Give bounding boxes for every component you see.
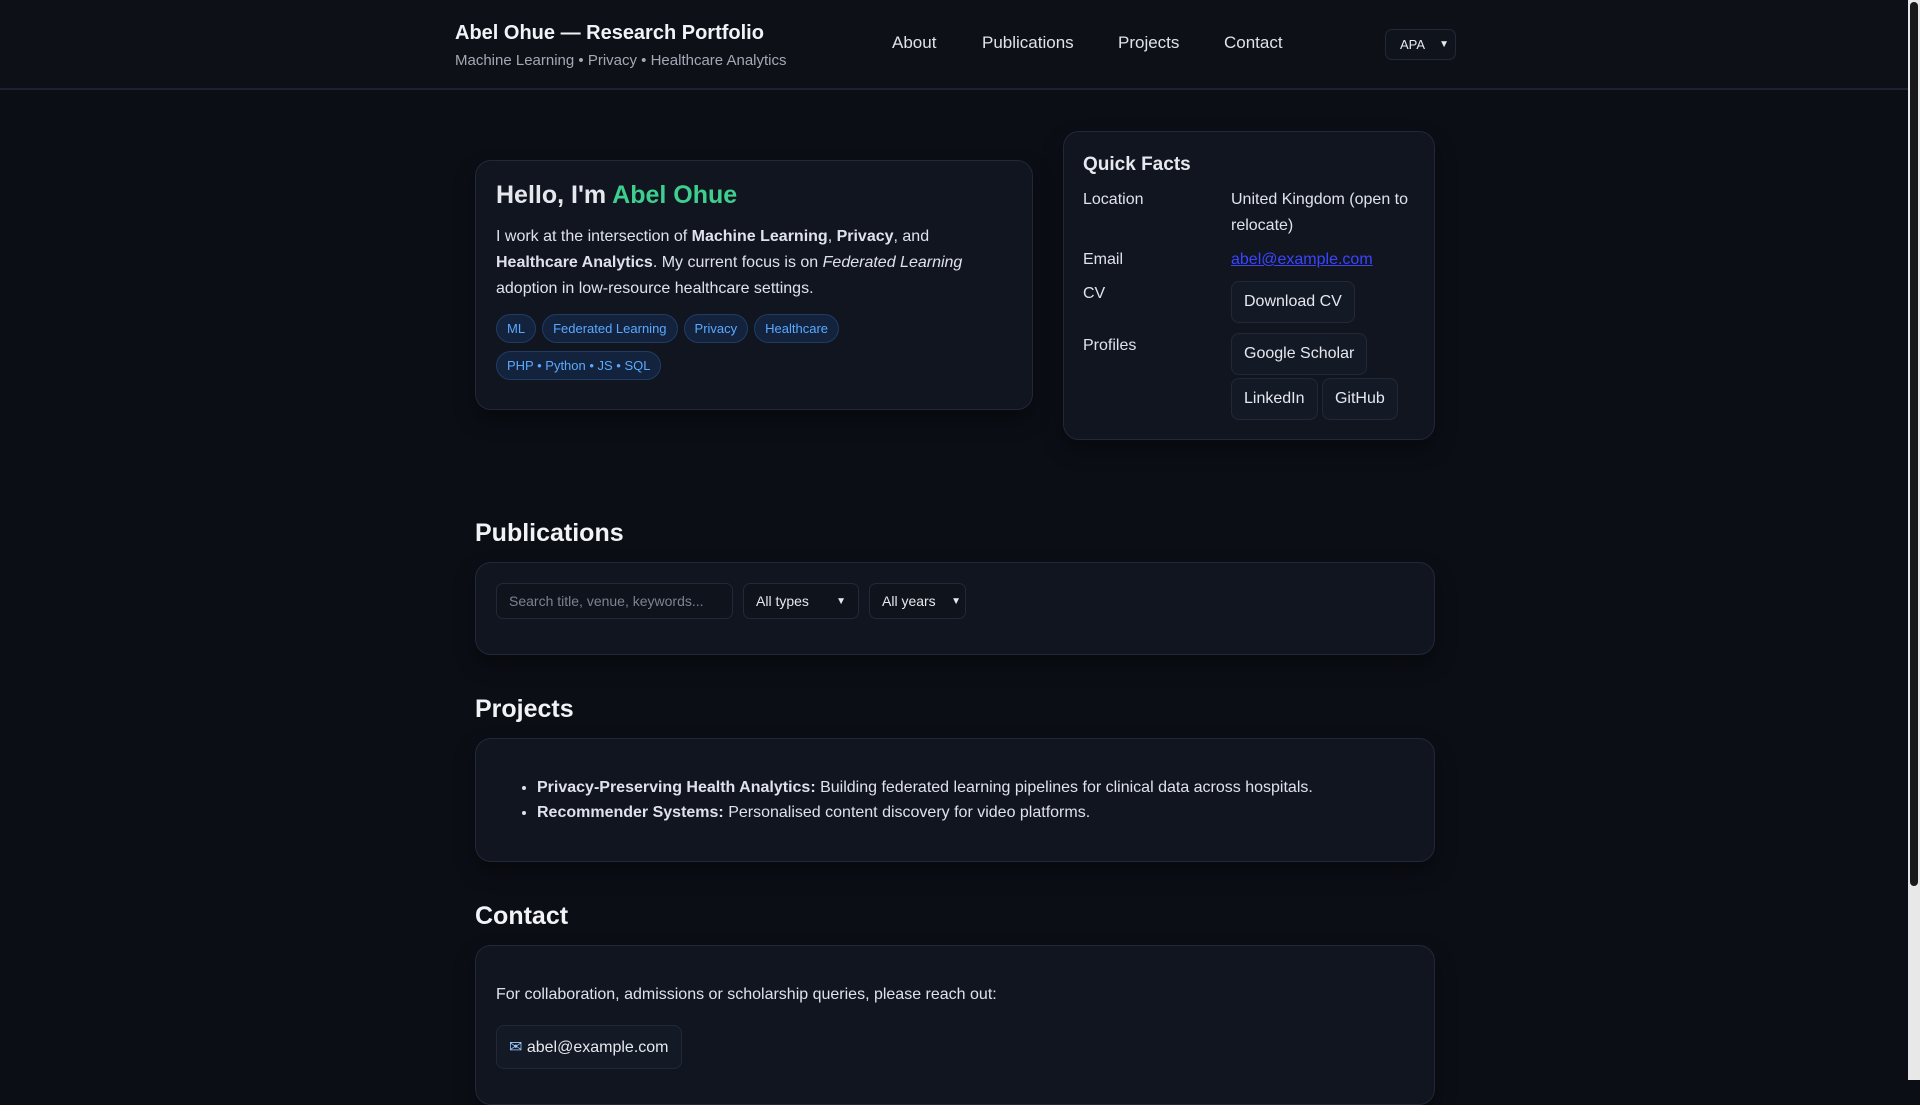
scrollbar[interactable] [1908,0,1920,1080]
nav-publications[interactable]: Publications [982,33,1074,53]
contact-card: For collaboration, admissions or scholar… [475,945,1435,1105]
hero-name: Abel Ohue [612,181,738,209]
site-title[interactable]: Abel Ohue — Research Portfolio [455,22,764,45]
contact-email-button[interactable]: ✉ abel@example.com [496,1025,682,1069]
envelope-icon: ✉ [509,1039,523,1056]
chevron-down-icon: ▼ [951,595,961,607]
cv-label: CV [1083,285,1106,302]
contact-email-label: abel@example.com [526,1039,669,1056]
nav-about[interactable]: About [892,33,936,53]
citation-style-select[interactable]: APA ▼ [1385,29,1456,60]
greeting: Hello, I'm [496,181,613,209]
hero-heading: Hello, I'm Abel Ohue [496,181,1012,210]
contact-heading: Contact [475,902,569,930]
nav-projects[interactable]: Projects [1118,33,1179,53]
tag: Privacy [683,314,749,343]
email-label: Email [1083,251,1124,268]
contact-text: For collaboration, admissions or scholar… [496,986,997,1003]
location-label: Location [1083,191,1144,208]
projects-heading: Projects [475,695,574,723]
quick-facts-title: Quick Facts [1083,154,1191,175]
profiles-label: Profiles [1083,337,1137,354]
quick-facts-card: Quick Facts Location United Kingdom (ope… [1063,131,1435,440]
publications-heading: Publications [475,519,624,547]
publications-card: Search title, venue, keywords... All typ… [475,562,1435,655]
year-filter-value: All years [882,593,936,609]
year-filter-select[interactable]: All years ▼ [869,583,966,619]
github-button[interactable]: GitHub [1321,378,1398,420]
hero-intro: I work at the intersection of Machine Le… [496,228,963,297]
location-value: United Kingdom (open to relocate) [1231,191,1408,234]
tag: Federated Learning [542,314,678,343]
nav-contact[interactable]: Contact [1224,33,1283,53]
scrollbar-thumb[interactable] [1910,2,1918,886]
type-filter-select[interactable]: All types ▼ [743,583,859,619]
google-scholar-button[interactable]: Google Scholar [1231,333,1368,375]
tag-list: ML Federated Learning Privacy Healthcare [496,314,1012,343]
hero-card: Hello, I'm Abel Ohue I work at the inter… [475,160,1033,410]
download-cv-button[interactable]: Download CV [1231,281,1355,323]
site-header: Abel Ohue — Research Portfolio Machine L… [0,0,1908,90]
chevron-down-icon: ▼ [1439,39,1449,50]
project-item: Privacy-Preserving Health Analytics: Bui… [537,775,1313,800]
linkedin-button[interactable]: LinkedIn [1231,378,1318,420]
site-subtitle: Machine Learning • Privacy • Healthcare … [455,52,787,69]
email-link[interactable]: abel@example.com [1231,247,1373,273]
publication-search-input[interactable]: Search title, venue, keywords... [496,583,733,619]
chevron-down-icon: ▼ [836,595,846,607]
type-filter-value: All types [756,593,809,609]
project-item: Recommender Systems: Personalised conten… [537,800,1313,825]
citation-style-value: APA [1400,37,1426,52]
tag: Healthcare [754,314,840,343]
projects-card: Privacy-Preserving Health Analytics: Bui… [475,738,1435,862]
skills-tag: PHP • Python • JS • SQL [496,351,662,380]
tag: ML [496,314,537,343]
